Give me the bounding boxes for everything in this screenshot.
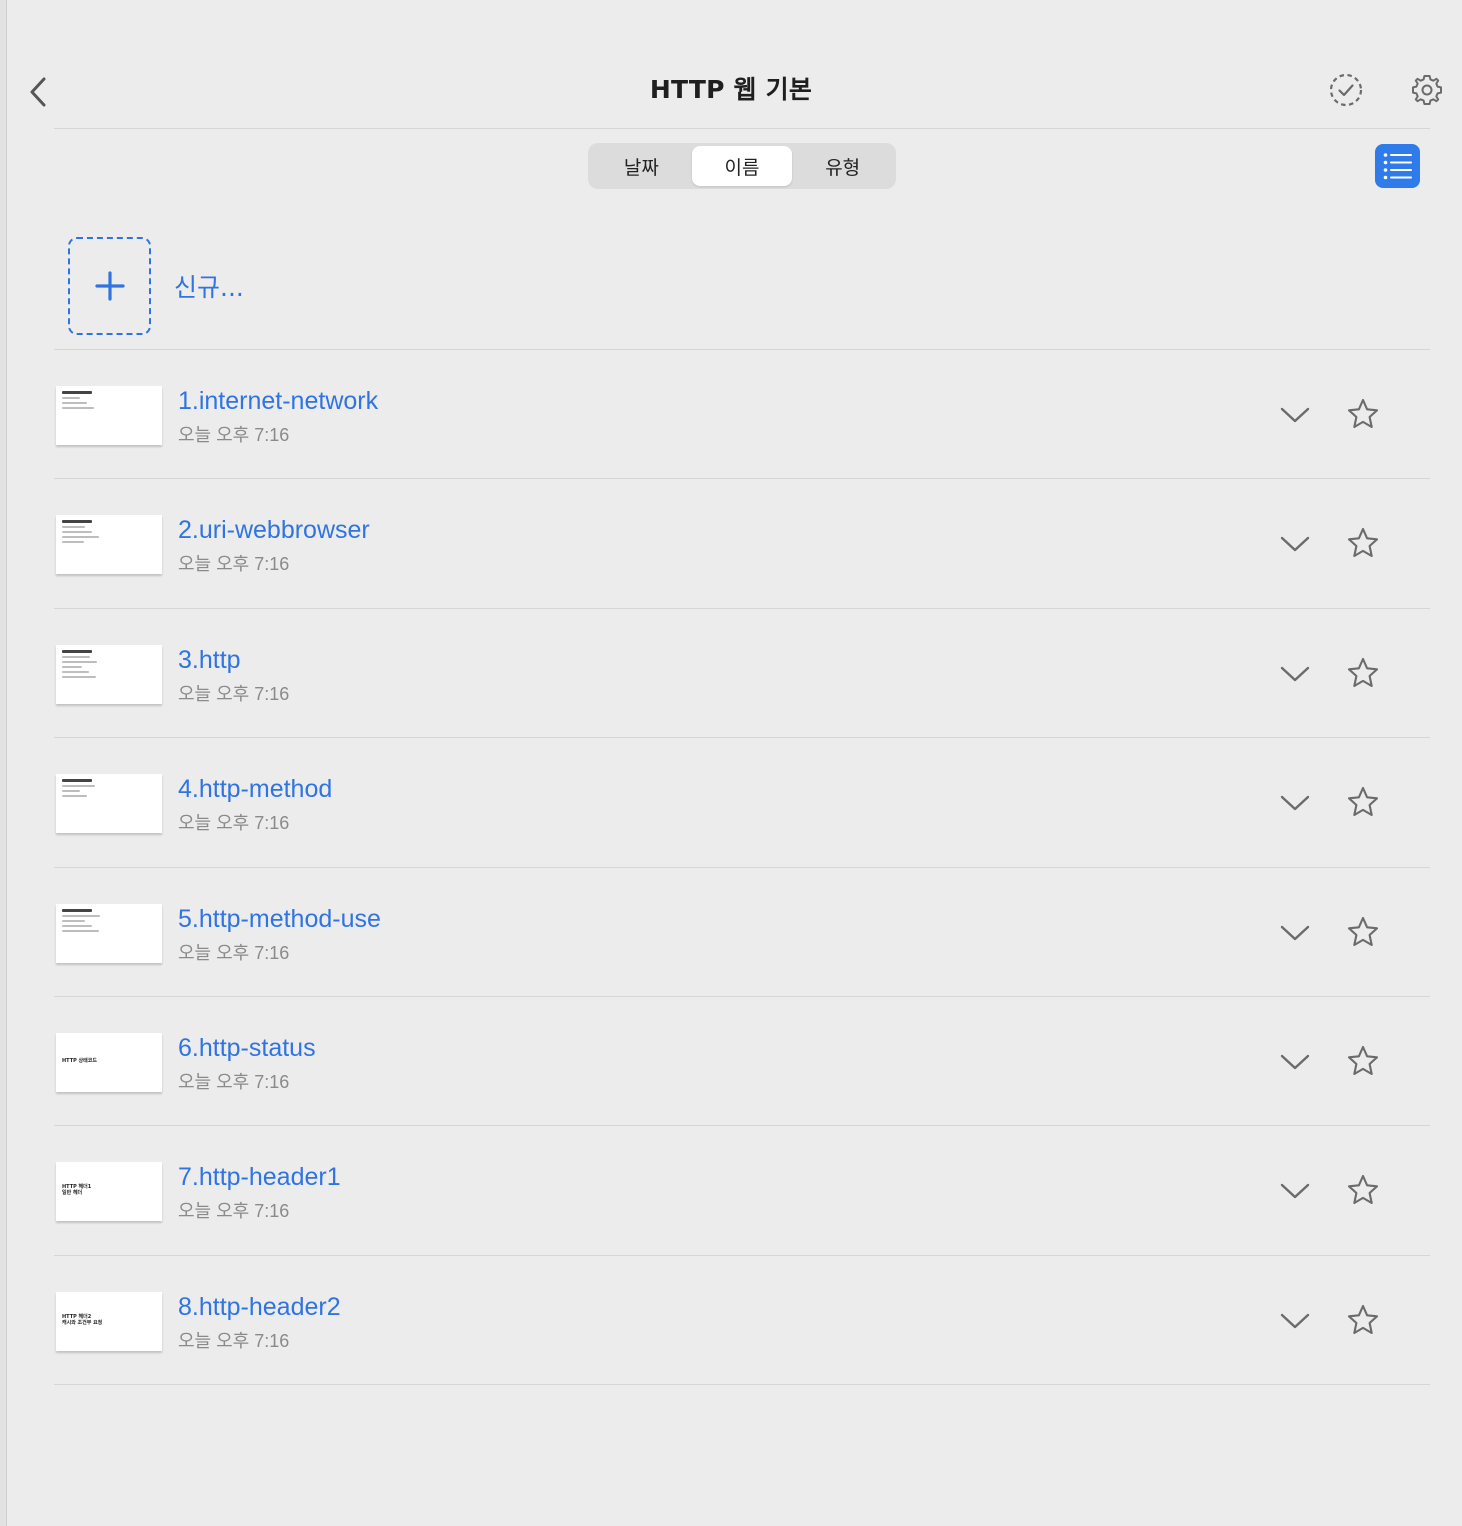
- file-thumbnail: [56, 903, 162, 963]
- expand-button[interactable]: [1276, 525, 1314, 563]
- gear-icon: [1412, 75, 1442, 105]
- chevron-down-icon: [1280, 537, 1310, 552]
- list-icon: [1383, 153, 1412, 180]
- file-name[interactable]: 8.http-header2: [178, 1293, 341, 1322]
- new-document-row: 신규...: [54, 220, 1430, 350]
- star-icon: [1347, 787, 1379, 817]
- file-date: 오늘 오후 7:16: [178, 1071, 290, 1092]
- star-icon: [1347, 1045, 1379, 1076]
- file-date: 오늘 오후 7:16: [178, 1201, 290, 1222]
- star-icon: [1347, 398, 1379, 429]
- file-thumbnail: [56, 644, 162, 704]
- plus-icon: [94, 271, 125, 301]
- thumbnail-caption: HTTP 헤더1 일반 헤더: [62, 1184, 92, 1197]
- expand-button[interactable]: [1276, 1172, 1314, 1210]
- file-thumbnail: [56, 515, 162, 575]
- file-row[interactable]: 4.http-method 오늘 오후 7:16: [54, 738, 1430, 868]
- favorite-button[interactable]: [1344, 783, 1382, 821]
- favorite-button[interactable]: [1344, 1301, 1382, 1339]
- favorite-button[interactable]: [1344, 913, 1382, 951]
- chevron-down-icon: [1280, 1054, 1310, 1070]
- file-thumbnail: [56, 774, 162, 834]
- thumbnail-caption: HTTP 헤더2 캐시와 조건부 요청: [62, 1313, 103, 1326]
- chevron-down-icon: [1280, 795, 1310, 811]
- sort-option-type[interactable]: 유형: [792, 146, 893, 186]
- sort-segmented-control: 날짜 이름 유형: [588, 143, 896, 189]
- file-name[interactable]: 3.http: [178, 646, 241, 675]
- file-date: 오늘 오후 7:16: [178, 554, 290, 575]
- chevron-left-icon: [30, 77, 46, 107]
- file-thumbnail: HTTP 헤더2 캐시와 조건부 요청: [56, 1291, 162, 1351]
- chevron-down-icon: [1280, 1313, 1310, 1328]
- expand-button[interactable]: [1276, 784, 1314, 822]
- file-row[interactable]: 3.http 오늘 오후 7:16: [54, 609, 1430, 739]
- favorite-button[interactable]: [1344, 654, 1382, 692]
- page-title: HTTP 웹 기본: [649, 75, 813, 104]
- file-thumbnail: HTTP 헤더1 일반 헤더: [56, 1162, 162, 1222]
- favorite-button[interactable]: [1344, 524, 1382, 562]
- file-row[interactable]: 1.internet-network 오늘 오후 7:16: [54, 350, 1430, 480]
- file-row[interactable]: 2.uri-webbrowser 오늘 오후 7:16: [54, 479, 1430, 609]
- sort-option-name[interactable]: 이름: [691, 146, 793, 186]
- file-row[interactable]: HTTP 헤더2 캐시와 조건부 요청 8.http-header2 오늘 오후 7…: [54, 1256, 1430, 1386]
- chevron-down-icon: [1280, 407, 1310, 423]
- file-date: 오늘 오후 7:16: [178, 425, 290, 445]
- favorite-button[interactable]: [1344, 395, 1382, 433]
- view-mode-button[interactable]: [1375, 144, 1420, 188]
- star-icon: [1347, 1304, 1379, 1334]
- star-icon: [1347, 916, 1379, 946]
- file-date: 오늘 오후 7:16: [178, 683, 290, 704]
- file-date: 오늘 오후 7:16: [178, 942, 290, 963]
- new-document-button[interactable]: [68, 237, 151, 335]
- file-list: 1.internet-network 오늘 오후 7:16 2.uri-webbro…: [54, 350, 1430, 1386]
- sort-option-date[interactable]: 날짜: [591, 146, 692, 186]
- expand-button[interactable]: [1276, 396, 1314, 434]
- header-divider: [54, 128, 1430, 129]
- file-date: 오늘 오후 7:16: [178, 813, 290, 834]
- expand-button[interactable]: [1276, 655, 1314, 693]
- file-date: 오늘 오후 7:16: [178, 1330, 290, 1351]
- file-name[interactable]: 7.http-header1: [178, 1163, 341, 1192]
- star-icon: [1347, 657, 1379, 687]
- file-name[interactable]: 2.uri-webbrowser: [178, 516, 370, 545]
- dashed-check-circle-icon: [1329, 73, 1363, 107]
- chevron-down-icon: [1280, 925, 1310, 940]
- thumbnail-caption: HTTP 상태코드: [62, 1057, 97, 1064]
- file-name[interactable]: 6.http-status: [178, 1034, 316, 1063]
- settings-button[interactable]: [1407, 70, 1447, 110]
- file-thumbnail: HTTP 상태코드: [56, 1032, 162, 1092]
- select-button[interactable]: [1326, 70, 1366, 110]
- expand-button[interactable]: [1276, 1302, 1314, 1340]
- file-name[interactable]: 1.internet-network: [178, 387, 378, 416]
- expand-button[interactable]: [1276, 914, 1314, 952]
- chevron-down-icon: [1280, 1184, 1310, 1199]
- file-name[interactable]: 4.http-method: [178, 775, 332, 804]
- file-row[interactable]: 5.http-method-use 오늘 오후 7:16: [54, 868, 1430, 997]
- star-icon: [1347, 528, 1379, 558]
- favorite-button[interactable]: [1344, 1171, 1382, 1209]
- star-icon: [1347, 1175, 1379, 1205]
- back-button[interactable]: [22, 72, 54, 112]
- expand-button[interactable]: [1276, 1043, 1314, 1081]
- new-document-label[interactable]: 신규...: [174, 268, 244, 304]
- file-row[interactable]: HTTP 헤더1 일반 헤더 7.http-header1 오늘 오후 7:16: [54, 1126, 1430, 1256]
- favorite-button[interactable]: [1344, 1042, 1382, 1080]
- chevron-down-icon: [1280, 666, 1310, 681]
- file-row[interactable]: HTTP 상태코드 6.http-status 오늘 오후 7:16: [54, 997, 1430, 1127]
- window-left-edge: [0, 0, 7, 1526]
- file-name[interactable]: 5.http-method-use: [178, 905, 381, 934]
- file-thumbnail: [56, 386, 162, 445]
